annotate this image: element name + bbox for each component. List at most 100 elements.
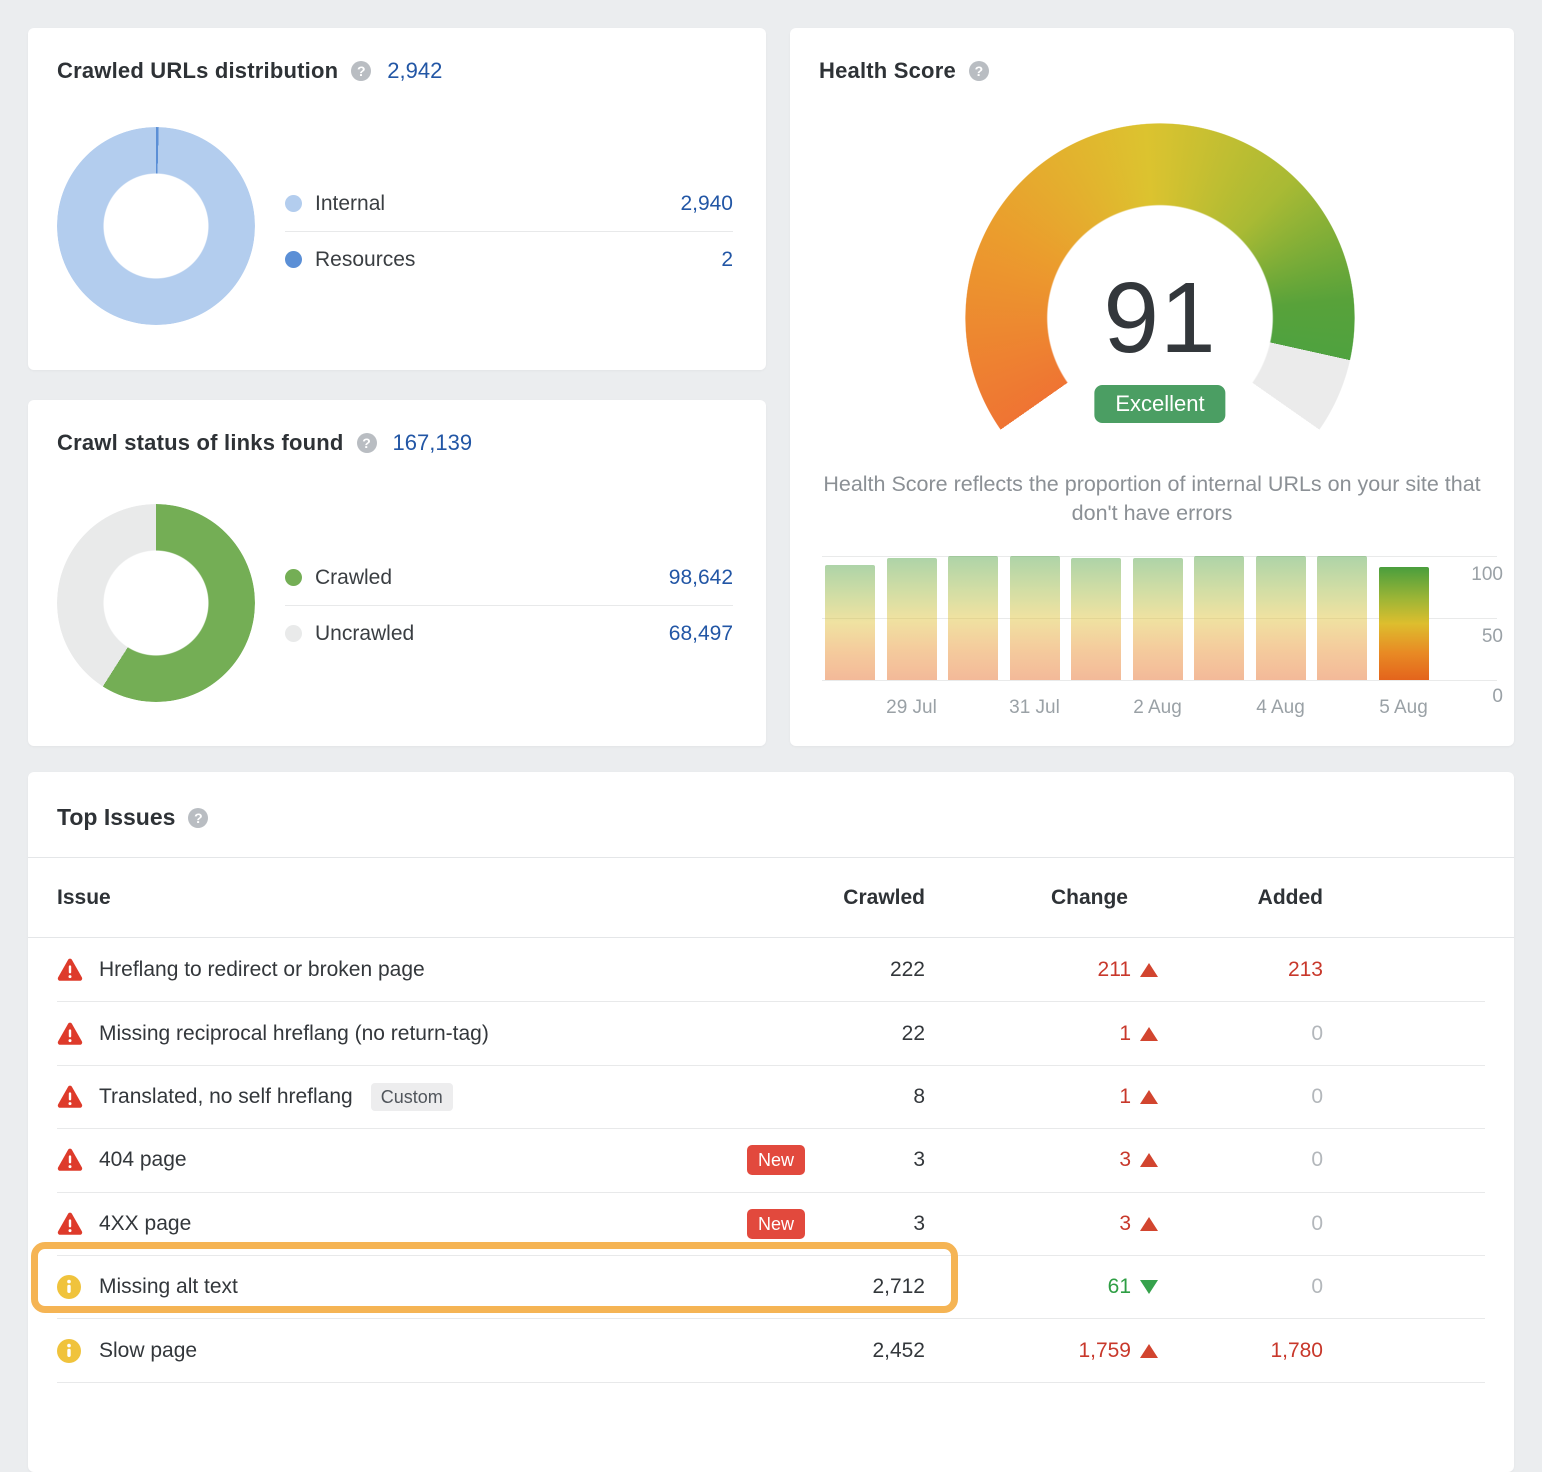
info-icon [57, 1275, 81, 1299]
health-trend-bar [1071, 558, 1121, 680]
warning-icon [57, 958, 83, 982]
issue-row[interactable]: Slow page2,4521,7591,780 [57, 1319, 1485, 1382]
crawled-count: 2,712 [805, 1275, 925, 1299]
change-value: 211 [1098, 958, 1131, 982]
issue-label: Missing alt text [99, 1275, 238, 1299]
health-trend-bar [1256, 556, 1306, 680]
issue-label: Hreflang to redirect or broken page [99, 958, 425, 982]
trend-y-axis-label: 0 [1433, 686, 1503, 708]
legend-color-dot [285, 251, 302, 268]
arrow-up-icon [1140, 1090, 1158, 1104]
issue-label: Slow page [99, 1339, 197, 1363]
crawled-count: 22 [805, 1022, 925, 1046]
crawled-urls-distribution-card: Crawled URLs distribution ? 2,942 Intern… [28, 28, 766, 370]
health-trend-bar [948, 556, 998, 680]
health-trend-bar [1379, 567, 1429, 680]
added-count: 0 [1158, 1212, 1323, 1236]
health-trend-bar [1194, 556, 1244, 680]
health-score-card: Health Score ? 91 Excellent Health Score… [790, 28, 1514, 746]
crawl-status-legend-row: Uncrawled 68,497 [285, 605, 733, 661]
issue-cell: Missing alt text [57, 1275, 805, 1299]
legend-label: Resources [315, 248, 415, 272]
trend-x-axis-label: 4 Aug [1233, 697, 1329, 719]
issue-row[interactable]: 4XX pageNew330 [57, 1193, 1485, 1256]
trend-x-axis-label: 29 Jul [864, 697, 960, 719]
warning-icon [57, 1022, 83, 1046]
legend-value-link[interactable]: 2 [721, 248, 733, 272]
warning-icon [57, 1085, 83, 1109]
health-score-header: Health Score ? [790, 28, 1514, 84]
top-issues-card: Top Issues ? Issue Crawled Change Added … [28, 772, 1514, 1472]
change-cell: 1 [925, 1022, 1158, 1046]
trend-y-axis-label: 100 [1433, 564, 1503, 586]
legend-label: Internal [315, 192, 385, 216]
crawl-status-header: Crawl status of links found ? 167,139 [28, 400, 766, 456]
legend-color-dot [285, 195, 302, 212]
legend-value-link[interactable]: 68,497 [669, 622, 733, 646]
health-trend-bar [1010, 556, 1060, 680]
health-score-rating-badge: Excellent [1094, 385, 1225, 423]
trend-x-axis-label: 2 Aug [1110, 697, 1206, 719]
change-value: 3 [1119, 1148, 1131, 1172]
new-badge: New [747, 1145, 805, 1175]
added-count: 0 [1158, 1085, 1323, 1109]
issue-label: 4XX page [99, 1212, 191, 1236]
legend-label: Uncrawled [315, 622, 414, 646]
health-trend-bar [1133, 558, 1183, 680]
info-icon [57, 1339, 81, 1363]
health-score-value: 91 [965, 123, 1355, 513]
crawled-urls-legend-row: Resources 2 [285, 231, 733, 287]
crawled-count: 222 [805, 958, 925, 982]
health-score-description: Health Score reflects the proportion of … [822, 470, 1482, 528]
warning-icon [57, 1148, 83, 1172]
help-icon[interactable]: ? [357, 433, 377, 453]
change-value: 61 [1108, 1275, 1131, 1299]
added-count: 0 [1158, 1022, 1323, 1046]
crawl-status-legend-row: Crawled 98,642 [285, 550, 733, 605]
column-header-added: Added [1158, 886, 1323, 910]
change-value: 1 [1119, 1085, 1131, 1109]
issue-cell: 404 pageNew [57, 1145, 805, 1175]
arrow-up-icon [1140, 1217, 1158, 1231]
trend-x-axis-label: 31 Jul [987, 697, 1083, 719]
added-count: 213 [1158, 958, 1323, 982]
new-badge: New [747, 1209, 805, 1239]
custom-badge: Custom [371, 1083, 453, 1111]
change-cell: 1,759 [925, 1339, 1158, 1363]
trend-gridline [822, 680, 1497, 681]
issue-cell: Missing reciprocal hreflang (no return-t… [57, 1022, 805, 1046]
added-count: 0 [1158, 1275, 1323, 1299]
crawl-status-total[interactable]: 167,139 [393, 430, 473, 456]
issues-table-header: Issue Crawled Change Added [28, 858, 1514, 938]
legend-value-link[interactable]: 98,642 [669, 566, 733, 590]
crawled-count: 3 [805, 1212, 925, 1236]
help-icon[interactable]: ? [351, 61, 371, 81]
crawl-status-card: Crawl status of links found ? 167,139 Cr… [28, 400, 766, 746]
issue-row[interactable]: Hreflang to redirect or broken page 222 21… [57, 939, 1485, 1002]
issue-cell: Hreflang to redirect or broken page [57, 958, 805, 982]
arrow-up-icon [1140, 963, 1158, 977]
change-cell: 211 [925, 958, 1158, 982]
help-icon[interactable]: ? [969, 61, 989, 81]
crawl-status-legend: Crawled 98,642 Uncrawled 68,497 [285, 550, 733, 661]
change-cell: 61 [925, 1275, 1158, 1299]
crawl-status-donut-chart [57, 504, 255, 702]
top-issues-header: Top Issues ? [28, 772, 1514, 831]
crawled-urls-total[interactable]: 2,942 [387, 58, 442, 84]
issue-row[interactable]: Missing reciprocal hreflang (no return-t… [57, 1002, 1485, 1065]
warning-icon [57, 1212, 83, 1236]
issue-row[interactable]: 404 pageNew330 [57, 1129, 1485, 1192]
legend-color-dot [285, 625, 302, 642]
change-value: 1 [1119, 1022, 1131, 1046]
health-score-title: Health Score [819, 58, 956, 84]
issues-table-body: Hreflang to redirect or broken page 222 21… [57, 939, 1485, 1383]
issue-row-highlighted[interactable]: Missing alt text 2,712 61 0 [57, 1256, 1485, 1319]
top-issues-title: Top Issues [57, 804, 175, 831]
legend-value-link[interactable]: 2,940 [680, 192, 733, 216]
arrow-down-icon [1140, 1280, 1158, 1294]
help-icon[interactable]: ? [188, 808, 208, 828]
crawled-urls-legend: Internal 2,940 Resources 2 [285, 176, 733, 287]
site-audit-dashboard: { "icons": { "help": "?" }, "colors": { … [0, 0, 1542, 1378]
issue-row[interactable]: Translated, no self hreflangCustom810 [57, 1066, 1485, 1129]
legend-label: Crawled [315, 566, 392, 590]
